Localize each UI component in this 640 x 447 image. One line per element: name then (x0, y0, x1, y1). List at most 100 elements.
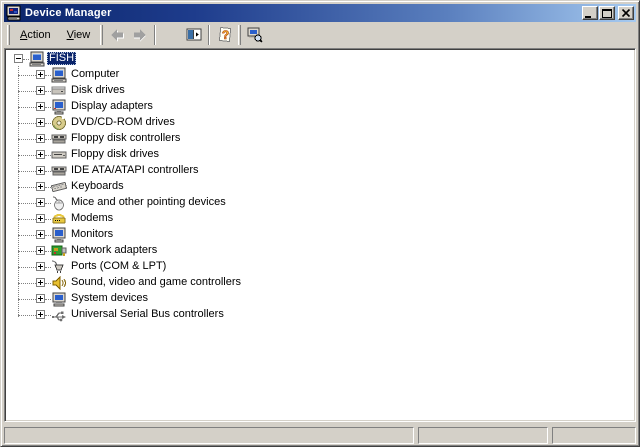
device-manager-window: Device Manager ActionView? FISH Computer D… (0, 0, 640, 447)
tree-item-label[interactable]: DVD/CD-ROM drives (69, 116, 177, 129)
collapse-minus-button[interactable] (14, 54, 23, 63)
display-adapter-icon (51, 99, 67, 115)
status-panel-2 (418, 427, 548, 444)
show-hide-tree-button[interactable] (182, 24, 205, 46)
device-manager-button[interactable] (243, 24, 266, 46)
expand-plus-button[interactable] (36, 278, 45, 287)
minimize-button[interactable] (582, 6, 598, 20)
tree-item-floppy-disk-controllers[interactable]: Floppy disk controllers (7, 131, 633, 147)
cd-drive-icon (51, 115, 67, 131)
forward-button (128, 24, 151, 46)
tree-item-label[interactable]: Monitors (69, 228, 115, 241)
status-bar (4, 425, 636, 445)
expand-plus-button[interactable] (36, 102, 45, 111)
tree-connector (18, 91, 36, 92)
tree-item-dvd-cd-rom-drives[interactable]: DVD/CD-ROM drives (7, 115, 633, 131)
tree-item-label[interactable]: Computer (69, 68, 121, 81)
tree-connector (18, 315, 36, 316)
expand-plus-button[interactable] (36, 182, 45, 191)
toolbar-gripper[interactable] (100, 25, 103, 45)
tree-item-floppy-disk-drives[interactable]: Floppy disk drives (7, 147, 633, 163)
system-device-icon (51, 291, 67, 307)
port-icon (51, 259, 67, 275)
tree-item-ports-com-lpt[interactable]: Ports (COM & LPT) (7, 259, 633, 275)
usb-icon (51, 307, 67, 323)
tree-item-label[interactable]: Floppy disk drives (69, 148, 161, 161)
toolbar-gripper[interactable] (238, 25, 241, 45)
tree-item-label[interactable]: Sound, video and game controllers (69, 276, 243, 289)
tree-item-label[interactable]: Universal Serial Bus controllers (69, 308, 226, 321)
expand-plus-button[interactable] (36, 134, 45, 143)
tree-item-system-devices[interactable]: System devices (7, 291, 633, 307)
controller-icon (51, 131, 67, 147)
floppy-drive-icon (51, 147, 67, 163)
forward-arrow-icon (132, 27, 148, 43)
tree-item-fish[interactable]: FISH (7, 51, 633, 67)
tree-connector (18, 235, 36, 236)
tree-item-label[interactable]: Modems (69, 212, 115, 225)
tree-item-label[interactable]: IDE ATA/ATAPI controllers (69, 164, 201, 177)
expand-plus-button[interactable] (36, 150, 45, 159)
tree-item-ide-ata-atapi-controllers[interactable]: IDE ATA/ATAPI controllers (7, 163, 633, 179)
expand-plus-button[interactable] (36, 214, 45, 223)
expand-plus-button[interactable] (36, 118, 45, 127)
device-manager-window-icon[interactable] (6, 5, 22, 21)
tree-item-label[interactable]: Keyboards (69, 180, 126, 193)
tree-item-label[interactable]: Display adapters (69, 100, 155, 113)
help-button[interactable]: ? (213, 24, 236, 46)
tree-connector (18, 283, 36, 284)
title-bar[interactable]: Device Manager (4, 4, 636, 22)
network-adapter-icon (51, 243, 67, 259)
expand-plus-button[interactable] (36, 294, 45, 303)
tree-item-display-adapters[interactable]: Display adapters (7, 99, 633, 115)
tree-connector (18, 155, 36, 156)
tree-connector (18, 107, 36, 108)
tree-item-label[interactable]: System devices (69, 292, 150, 305)
expand-plus-button[interactable] (36, 230, 45, 239)
expand-plus-button[interactable] (36, 166, 45, 175)
tree-connector (18, 75, 36, 76)
device-tree: FISH Computer Disk drives Display adapters D… (4, 48, 636, 422)
expand-plus-button[interactable] (36, 246, 45, 255)
tree-item-label[interactable]: Mice and other pointing devices (69, 196, 228, 209)
mouse-icon (51, 195, 67, 211)
tree-item-sound-video-and-game-controllers[interactable]: Sound, video and game controllers (7, 275, 633, 291)
expand-plus-button[interactable] (36, 86, 45, 95)
controller-icon (51, 163, 67, 179)
tree-item-label[interactable]: Ports (COM & LPT) (69, 260, 168, 273)
menubar-gripper[interactable] (7, 25, 10, 45)
menu-action[interactable]: Action (12, 26, 59, 45)
tree-item-modems[interactable]: Modems (7, 211, 633, 227)
status-panel-1 (4, 427, 414, 444)
tree-item-label[interactable]: FISH (47, 52, 76, 65)
modem-icon (51, 211, 67, 227)
expand-plus-button[interactable] (36, 262, 45, 271)
close-button[interactable] (618, 6, 634, 20)
tree-item-network-adapters[interactable]: Network adapters (7, 243, 633, 259)
monitor-icon (51, 227, 67, 243)
maximize-button[interactable] (599, 6, 615, 20)
tree-item-label[interactable]: Floppy disk controllers (69, 132, 182, 145)
toolbar-separator (208, 25, 210, 45)
expand-plus-button[interactable] (36, 70, 45, 79)
computer-icon (51, 67, 67, 83)
computer-icon (29, 51, 45, 67)
expand-plus-button[interactable] (36, 310, 45, 319)
tree-item-label[interactable]: Disk drives (69, 84, 127, 97)
tree-item-disk-drives[interactable]: Disk drives (7, 83, 633, 99)
keyboard-icon (51, 179, 67, 195)
back-button (105, 24, 128, 46)
tree-item-universal-serial-bus-controllers[interactable]: Universal Serial Bus controllers (7, 307, 633, 323)
expand-plus-button[interactable] (36, 198, 45, 207)
tree-connector (18, 171, 36, 172)
menu-view[interactable]: View (59, 26, 99, 45)
tree-item-computer[interactable]: Computer (7, 67, 633, 83)
tree-item-mice-and-other-pointing-devices[interactable]: Mice and other pointing devices (7, 195, 633, 211)
toolbar-separator (154, 25, 156, 45)
tree-item-keyboards[interactable]: Keyboards (7, 179, 633, 195)
tree-connector (18, 139, 36, 140)
tree-connector (18, 219, 36, 220)
tree-connector (18, 267, 36, 268)
tree-item-monitors[interactable]: Monitors (7, 227, 633, 243)
tree-item-label[interactable]: Network adapters (69, 244, 159, 257)
